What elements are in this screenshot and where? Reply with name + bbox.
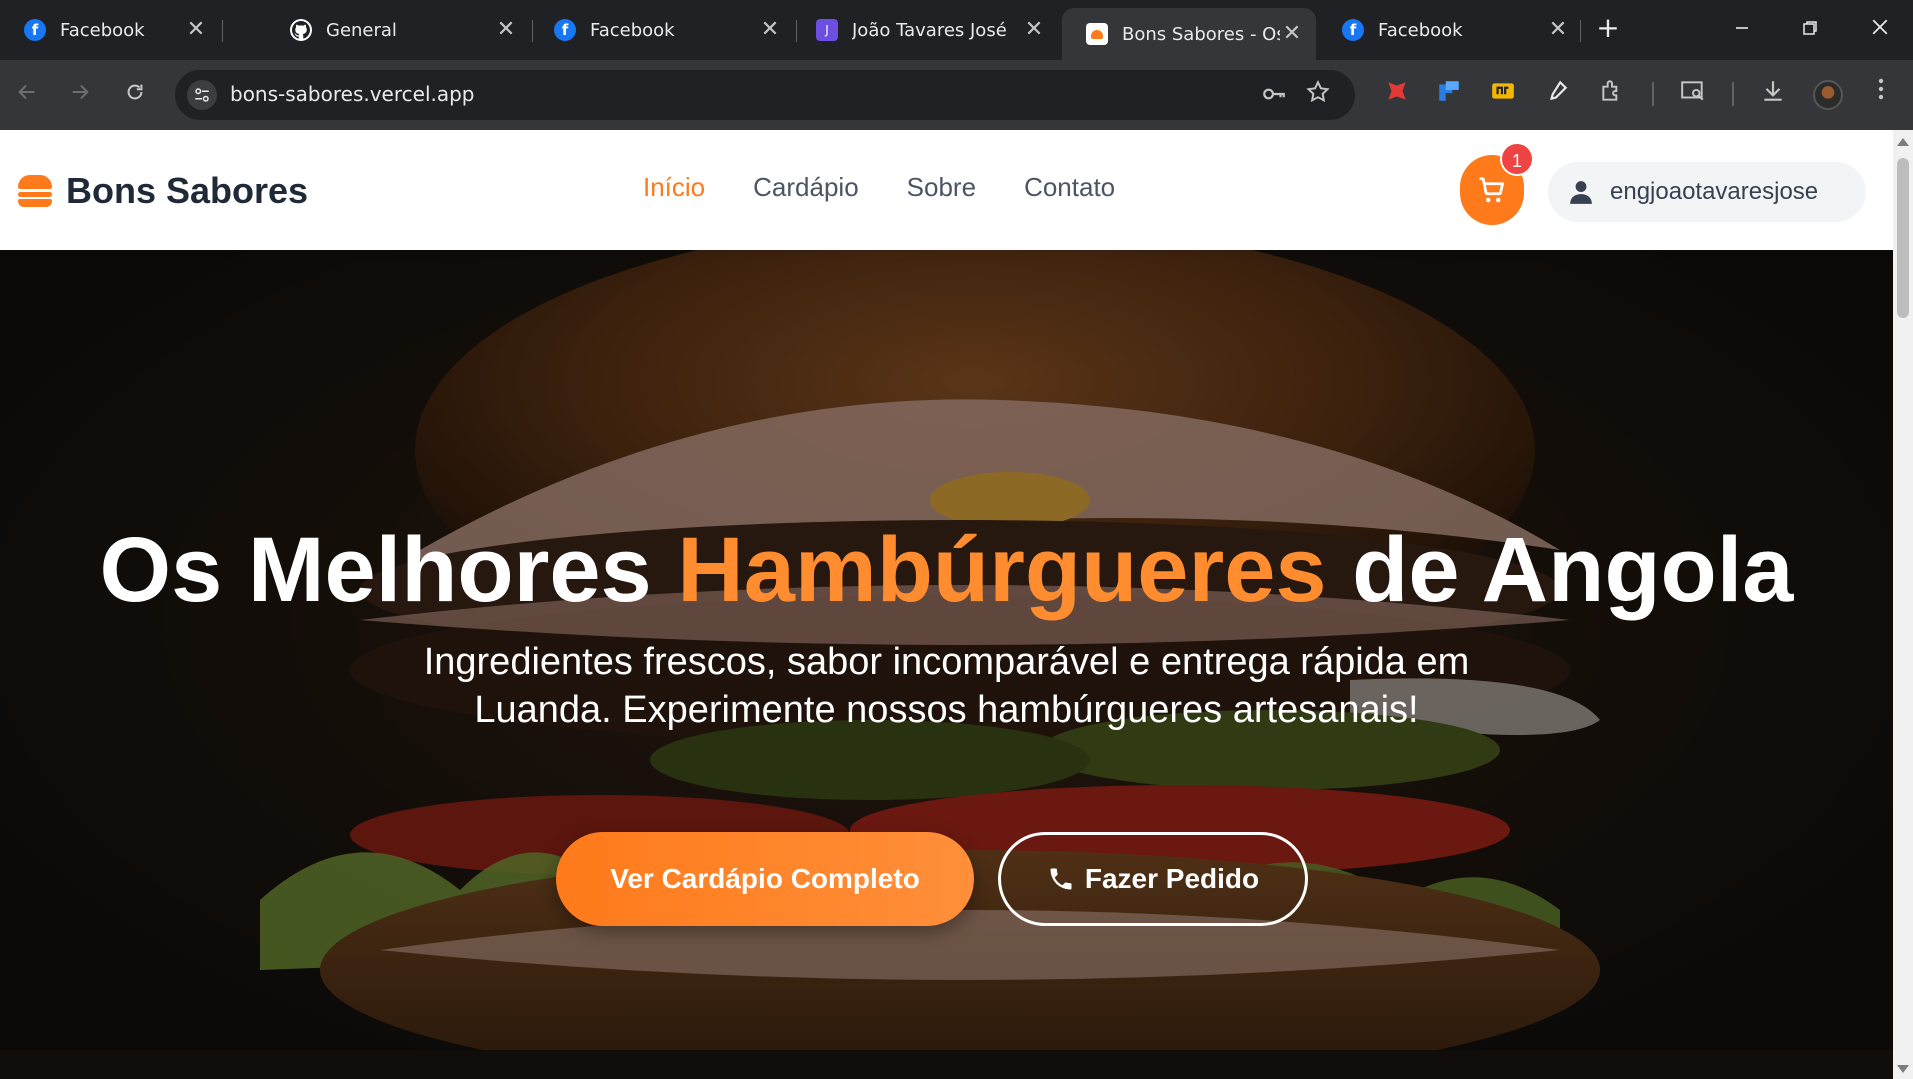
back-arrow-icon[interactable] [12,80,42,110]
close-tab-icon[interactable]: ✕ [494,18,518,42]
close-tab-icon[interactable]: ✕ [1280,22,1304,46]
profile-avatar[interactable] [1813,80,1843,110]
j-app-icon: J [816,19,838,41]
url-text[interactable]: bons-sabores.vercel.app [230,82,475,106]
browser-tab[interactable]: f Facebook ✕ [1318,10,1582,50]
shopping-cart-icon [1479,177,1504,203]
browser-tab[interactable]: f Facebook ✕ [0,10,220,50]
tab-title: Bons Sabores - Os M [1122,23,1280,45]
scroll-up-arrow[interactable] [1897,138,1909,146]
tab-divider [222,20,223,42]
browser-toolbar: bons-sabores.vercel.app [0,60,1913,130]
hero-section: Os Melhores Hambúrgueres de Angola Ingre… [0,250,1893,1079]
brand-name: Bons Sabores [66,170,309,211]
scroll-down-arrow[interactable] [1897,1065,1909,1073]
view-menu-button[interactable]: Ver Cardápio Completo [556,832,974,926]
facebook-icon: f [1342,19,1364,41]
site-header: Bons Sabores Início Cardápio Sobre Conta… [0,130,1893,250]
tab-title: General [326,19,397,41]
eyedropper-icon[interactable] [1542,78,1572,108]
tab-title: Facebook [1378,19,1463,41]
password-key-icon[interactable] [1261,81,1287,113]
close-tab-icon[interactable]: ✕ [1022,18,1046,42]
phone-icon [1050,868,1072,890]
nav-link-inicio[interactable]: Início [643,172,705,203]
place-order-button-label: Fazer Pedido [1084,863,1260,894]
address-bar[interactable]: bons-sabores.vercel.app [175,70,1355,120]
username: engjoaotavaresjose [1610,178,1819,205]
new-tab-button[interactable]: + [1594,14,1622,42]
bookmark-star-icon[interactable] [1305,79,1331,112]
close-tab-icon[interactable]: ✕ [758,18,782,42]
place-order-button[interactable]: Fazer Pedido [998,832,1308,926]
facebook-icon: f [554,19,576,41]
github-icon [290,19,312,41]
facebook-icon: f [24,19,46,41]
cart-count-badge: 1 [1500,142,1534,176]
browser-tab[interactable]: J João Tavares José ✕ [792,10,1058,50]
hero-title: Os Melhores Hambúrgueres de Angola [0,518,1893,623]
reload-icon[interactable] [120,80,150,110]
hero-title-accent: Hambúrgueres [677,519,1327,621]
extension-red-icon[interactable] [1382,78,1412,108]
close-window-button[interactable] [1860,14,1900,44]
browser-tab-active[interactable]: Bons Sabores - Os M ✕ [1062,8,1316,60]
download-icon[interactable] [1758,78,1788,108]
extensions-puzzle-icon[interactable] [1597,78,1627,108]
nav-link-cardapio[interactable]: Cardápio [753,172,859,203]
page-scrollbar[interactable] [1893,130,1913,1079]
hero-title-part: de Angola [1326,519,1794,621]
view-menu-button-label: Ver Cardápio Completo [610,863,920,894]
user-icon [1570,181,1592,204]
nav-link-sobre[interactable]: Sobre [907,172,976,203]
close-tab-icon[interactable]: ✕ [1546,18,1570,42]
burger-icon [18,175,52,207]
tab-search-icon[interactable] [1678,78,1708,108]
nav-link-contato[interactable]: Contato [1024,172,1115,203]
toolbar-divider [1652,82,1654,106]
site-settings-icon[interactable] [187,80,217,110]
close-tab-icon[interactable]: ✕ [184,18,208,42]
forward-arrow-icon[interactable] [65,80,95,110]
scrollbar-thumb[interactable] [1897,158,1909,318]
extension-blue-icon[interactable] [1434,78,1464,108]
brand-logo[interactable]: Bons Sabores [18,170,308,212]
minimize-button[interactable] [1722,14,1762,44]
user-menu-button[interactable]: engjoaotavaresjose [1548,162,1866,222]
menu-kebab-icon[interactable] [1866,78,1896,108]
tab-title: Facebook [590,19,675,41]
tab-title: João Tavares José [852,19,1007,41]
hero-subtitle: Ingredientes frescos, sabor incomparável… [423,641,1470,731]
browser-tab[interactable]: f Facebook ✕ [530,10,794,50]
main-nav: Início Cardápio Sobre Contato [643,172,1115,203]
tab-divider [1580,20,1581,42]
browser-tab-strip: f Facebook ✕ General ✕ f Facebook ✕ J Jo… [0,0,1913,60]
tab-title: Facebook [60,19,145,41]
bons-sabores-favicon [1086,23,1108,45]
toolbar-divider [1732,82,1734,106]
extension-yellow-icon[interactable] [1488,78,1518,108]
restore-button[interactable] [1790,14,1830,44]
web-page: Bons Sabores Início Cardápio Sobre Conta… [0,130,1893,1079]
hero-title-part: Os Melhores [99,519,678,621]
browser-tab[interactable]: General ✕ [266,10,530,50]
